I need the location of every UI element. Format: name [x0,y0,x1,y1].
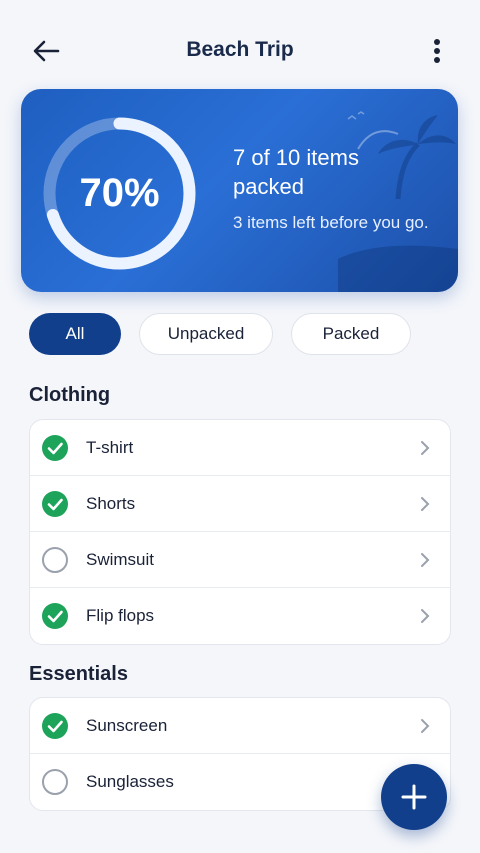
item-label: Flip flops [86,606,155,625]
progress-ring: 70% [41,115,198,272]
item-label: Sunscreen [86,715,168,735]
filter-packed[interactable]: Packed [291,313,411,355]
item-label: T-shirt [86,437,134,457]
list-item[interactable]: Flip flops [30,588,450,644]
list-item[interactable]: Swimsuit [30,532,450,588]
more-options-button[interactable] [422,34,452,68]
progress-subtext: 3 items left before you go. [233,213,429,232]
section-title-clothing: Clothing [29,384,111,406]
list-item[interactable]: Sunscreen [30,698,450,754]
check-icon[interactable] [42,603,68,629]
check-icon[interactable] [42,435,68,461]
check-icon[interactable] [42,769,68,795]
page-title: Beach Trip [186,38,294,61]
list-item[interactable]: T-shirt [30,420,450,476]
add-item-button[interactable] [381,764,447,830]
check-icon[interactable] [42,713,68,739]
clothing-list: T-shirt Shorts Swimsuit Flip flops [29,419,451,645]
item-label: Shorts [86,493,136,513]
progress-headline: 7 of 10 items packed [233,145,359,199]
check-icon[interactable] [42,547,68,573]
more-vertical-icon [434,39,440,63]
item-label: Swimsuit [86,549,155,569]
progress-card: 70% 7 of 10 items packed 3 items left be… [21,89,458,292]
top-bar: Beach Trip [0,0,480,100]
item-label: Sunglasses [86,772,174,791]
progress-percent: 70% [79,171,160,215]
chevron-right-icon [421,719,430,733]
progress-text: 7 of 10 items packed 3 items left before… [233,143,433,235]
chevron-right-icon [421,609,430,623]
plus-icon [401,784,427,810]
chevron-right-icon [421,441,430,455]
chevron-right-icon [421,497,430,511]
filter-unpacked[interactable]: Unpacked [139,313,273,355]
section-title-essentials: Essentials [29,663,128,685]
check-icon[interactable] [42,491,68,517]
list-item[interactable]: Shorts [30,476,450,532]
chevron-right-icon [421,553,430,567]
filter-all[interactable]: All [29,313,121,355]
